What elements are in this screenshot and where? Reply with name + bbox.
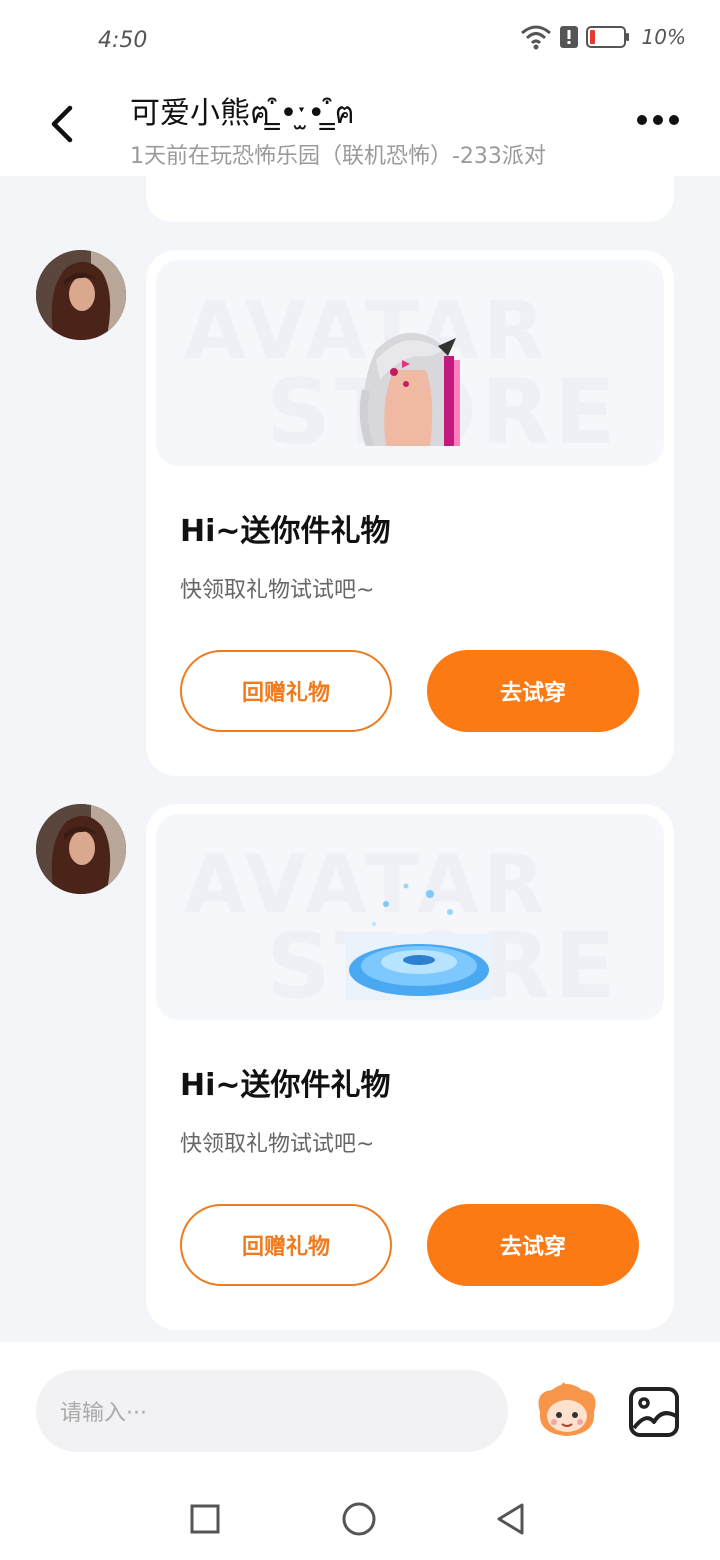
emoji-mascot-icon[interactable] [534, 1382, 600, 1438]
sender-avatar[interactable] [36, 804, 126, 894]
gift-title: Hi~送你件礼物 [180, 1068, 391, 1103]
gift-title: Hi~送你件礼物 [180, 514, 391, 549]
battery-icon [585, 26, 629, 48]
chat-screen: 4:50 10% 可爱小熊ฅ ̳͒•ˑ̫• ̳͒ฅ 1天前在玩恐怖乐园（联机恐怖… [0, 0, 720, 1560]
contact-status: 1天前在玩恐怖乐园（联机恐怖）-233派对 [130, 144, 546, 169]
home-icon[interactable] [342, 1502, 376, 1536]
gift-banner: AVATAR STORE [156, 814, 664, 1020]
status-bar: 4:50 10% [0, 0, 720, 80]
input-bar: 请输入··· [0, 1342, 720, 1472]
return-gift-button[interactable]: 回赠礼物 [180, 650, 392, 732]
status-icons: 10% [520, 24, 686, 50]
image-picker-icon[interactable] [628, 1386, 680, 1438]
sender-avatar[interactable] [36, 250, 126, 340]
contact-name: 可爱小熊ฅ ̳͒•ˑ̫• ̳͒ฅ [130, 96, 355, 131]
more-options-icon[interactable] [636, 114, 680, 126]
wifi-icon [520, 25, 551, 50]
status-time: 4:50 [98, 28, 148, 53]
gift-card: AVATAR STORE Hi~送你件礼物 快领取礼物试试吧~ 回赠礼物 [146, 250, 674, 776]
message-list[interactable]: AVATAR STORE Hi~送你件礼物 快领取礼物试试吧~ 回赠礼物 [0, 176, 720, 1342]
gift-description: 快领取礼物试试吧~ [180, 1132, 375, 1157]
return-gift-button[interactable]: 回赠礼物 [180, 1204, 392, 1286]
gift-banner: AVATAR STORE [156, 260, 664, 466]
gift-avatar-image[interactable] [346, 320, 492, 446]
gift-description: 快领取礼物试试吧~ [180, 578, 375, 603]
message-input[interactable]: 请输入··· [36, 1370, 508, 1452]
alert-icon [559, 26, 578, 48]
system-back-icon[interactable] [494, 1502, 528, 1536]
battery-percentage: 10% [641, 25, 686, 49]
recent-apps-icon[interactable] [190, 1504, 220, 1534]
system-nav-bar [0, 1472, 720, 1560]
previous-gift-card [146, 176, 674, 222]
try-on-button[interactable]: 去试穿 [427, 1204, 639, 1286]
chat-header: 可爱小熊ฅ ̳͒•ˑ̫• ̳͒ฅ 1天前在玩恐怖乐园（联机恐怖）-233派对 [0, 80, 720, 176]
try-on-button[interactable]: 去试穿 [427, 650, 639, 732]
gift-platform-image[interactable] [346, 874, 492, 1000]
back-arrow-icon[interactable] [44, 102, 80, 146]
gift-card: AVATAR STORE Hi~送你件礼物 快领取礼物试试吧~ 回赠礼物 [146, 804, 674, 1330]
